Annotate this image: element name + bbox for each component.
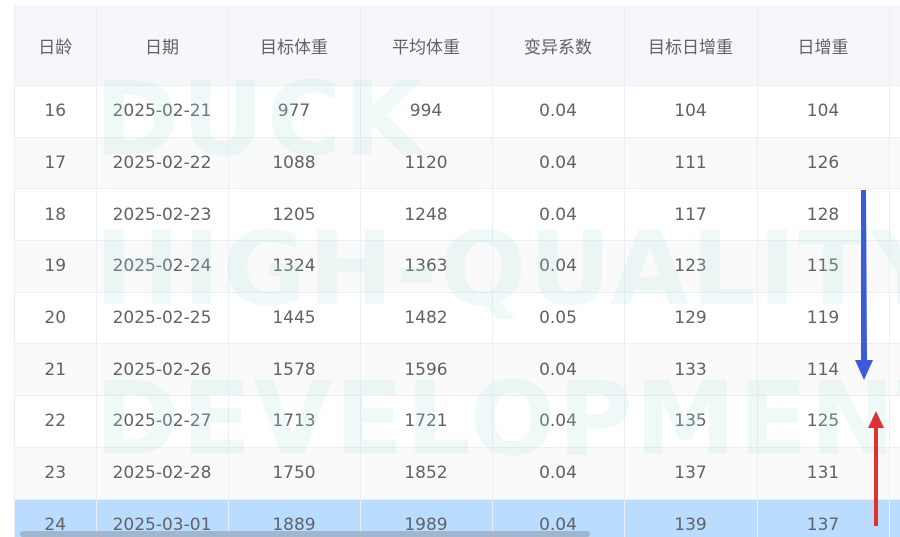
cell-daily-gain: 104 [757, 85, 890, 138]
row-filler [889, 85, 900, 138]
cell-date: 2025-02-26 [96, 343, 229, 397]
cell-target-daily-gain: 104 [624, 85, 758, 138]
cell-date: 2025-02-21 [96, 85, 229, 138]
cell-variation-coefficient: 0.04 [492, 447, 625, 500]
cell-date: 2025-02-24 [96, 240, 229, 293]
cell-variation-coefficient: 0.04 [492, 188, 625, 242]
row-filler [889, 447, 900, 500]
cell-daily-gain: 126 [757, 137, 890, 190]
row-filler [889, 240, 900, 293]
cell-date: 2025-02-22 [96, 137, 229, 190]
table-body: 16 2025-02-21 977 994 0.04 104 104 17 2025-02-22… [15, 85, 900, 537]
cell-day-age: 18 [15, 188, 97, 242]
row-filler [889, 137, 900, 190]
row-filler [889, 188, 900, 242]
cell-day-age: 16 [15, 85, 97, 138]
cell-average-weight: 994 [360, 85, 493, 138]
cell-day-age: 20 [15, 292, 97, 345]
cell-target-daily-gain: 117 [624, 188, 758, 242]
cell-day-age: 19 [15, 240, 97, 293]
table-row[interactable]: 17 2025-02-22 1088 1120 0.04 111 126 [15, 137, 900, 190]
cell-average-weight: 1363 [360, 240, 493, 293]
cell-average-weight: 1852 [360, 447, 493, 500]
table-row[interactable]: 19 2025-02-24 1324 1363 0.04 123 115 [15, 240, 900, 293]
cell-daily-gain: 119 [757, 292, 890, 345]
growth-data-table: 日龄 日期 目标体重 平均体重 变异系数 目标日增重 日增重 16 2025-02… [15, 5, 900, 537]
cell-target-daily-gain: 137 [624, 447, 758, 500]
cell-target-weight: 977 [228, 85, 361, 138]
screen: 日龄 日期 目标体重 平均体重 变异系数 目标日增重 日增重 16 2025-02… [0, 0, 900, 537]
cell-target-weight: 1324 [228, 240, 361, 293]
table-row[interactable]: 22 2025-02-27 1713 1721 0.04 135 125 [15, 395, 900, 448]
cell-variation-coefficient: 0.05 [492, 292, 625, 345]
cell-daily-gain: 131 [757, 447, 890, 500]
cell-target-weight: 1750 [228, 447, 361, 500]
header-variation-coefficient[interactable]: 变异系数 [492, 5, 625, 86]
cell-target-weight: 1088 [228, 137, 361, 190]
table-row[interactable]: 21 2025-02-26 1578 1596 0.04 133 114 [15, 343, 900, 397]
cell-target-daily-gain: 139 [624, 499, 758, 537]
cell-day-age: 17 [15, 137, 97, 190]
cell-variation-coefficient: 0.04 [492, 395, 625, 448]
cell-target-daily-gain: 135 [624, 395, 758, 448]
cell-daily-gain: 137 [757, 499, 890, 537]
header-daily-gain[interactable]: 日增重 [757, 5, 890, 86]
cell-date: 2025-02-27 [96, 395, 229, 448]
cell-daily-gain: 114 [757, 343, 890, 397]
cell-date: 2025-02-28 [96, 447, 229, 500]
cell-target-daily-gain: 111 [624, 137, 758, 190]
cell-average-weight: 1596 [360, 343, 493, 397]
header-target-weight[interactable]: 目标体重 [228, 5, 361, 86]
header-filler [889, 5, 900, 86]
table-row[interactable]: 16 2025-02-21 977 994 0.04 104 104 [15, 85, 900, 138]
cell-target-daily-gain: 123 [624, 240, 758, 293]
table-header-row: 日龄 日期 目标体重 平均体重 变异系数 目标日增重 日增重 [15, 5, 900, 86]
data-table-container: 日龄 日期 目标体重 平均体重 变异系数 目标日增重 日增重 16 2025-02… [14, 5, 900, 537]
cell-date: 2025-02-25 [96, 292, 229, 345]
cell-day-age: 21 [15, 343, 97, 397]
cell-day-age: 23 [15, 447, 97, 500]
table-row[interactable]: 18 2025-02-23 1205 1248 0.04 117 128 [15, 188, 900, 242]
cell-average-weight: 1120 [360, 137, 493, 190]
cell-variation-coefficient: 0.04 [492, 85, 625, 138]
cell-average-weight: 1482 [360, 292, 493, 345]
table-row[interactable]: 20 2025-02-25 1445 1482 0.05 129 119 [15, 292, 900, 345]
cell-target-daily-gain: 133 [624, 343, 758, 397]
cell-daily-gain: 125 [757, 395, 890, 448]
header-day-age[interactable]: 日龄 [15, 5, 97, 86]
row-filler [889, 292, 900, 345]
horizontal-scrollbar[interactable] [20, 531, 590, 537]
header-target-daily-gain[interactable]: 目标日增重 [624, 5, 758, 86]
row-filler [889, 395, 900, 448]
cell-target-weight: 1205 [228, 188, 361, 242]
header-average-weight[interactable]: 平均体重 [360, 5, 493, 86]
cell-date: 2025-02-23 [96, 188, 229, 242]
table-row[interactable]: 23 2025-02-28 1750 1852 0.04 137 131 [15, 447, 900, 500]
cell-day-age: 22 [15, 395, 97, 448]
header-date[interactable]: 日期 [96, 5, 229, 86]
cell-average-weight: 1248 [360, 188, 493, 242]
cell-daily-gain: 128 [757, 188, 890, 242]
cell-variation-coefficient: 0.04 [492, 137, 625, 190]
cell-daily-gain: 115 [757, 240, 890, 293]
cell-variation-coefficient: 0.04 [492, 343, 625, 397]
cell-target-daily-gain: 129 [624, 292, 758, 345]
cell-target-weight: 1713 [228, 395, 361, 448]
row-filler [889, 499, 900, 537]
cell-variation-coefficient: 0.04 [492, 240, 625, 293]
cell-target-weight: 1578 [228, 343, 361, 397]
cell-average-weight: 1721 [360, 395, 493, 448]
cell-target-weight: 1445 [228, 292, 361, 345]
row-filler [889, 343, 900, 397]
